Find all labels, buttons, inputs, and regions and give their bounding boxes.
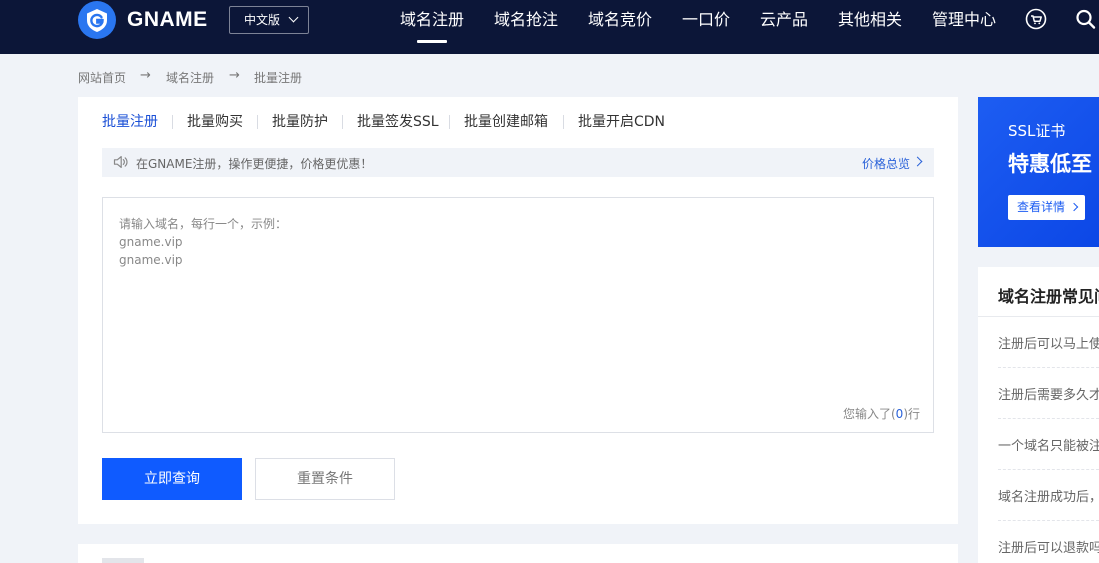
faq-item[interactable]: 一个域名只能被注 [998, 435, 1099, 454]
nav-others[interactable]: 其他相关 [838, 9, 902, 31]
ssl-banner-headline: 特惠低至 [1008, 152, 1092, 176]
faq-panel: 域名注册常见问 注册后可以马上使 注册后需要多久才 一个域名只能被注 域名注册成… [978, 267, 1099, 563]
tab-batch-protect[interactable]: 批量防护 [272, 113, 328, 131]
tab-batch-register[interactable]: 批量注册 [102, 113, 158, 131]
price-overview-link[interactable]: 价格总览 [862, 155, 910, 172]
brand-name[interactable]: GNAME [127, 8, 208, 32]
tab-batch-ssl[interactable]: 批量签发SSL [357, 113, 439, 131]
tab-batch-buy[interactable]: 批量购买 [187, 113, 243, 131]
tab-divider [257, 115, 258, 129]
breadcrumb-separator: → [140, 68, 151, 83]
nav-domain-snapback[interactable]: 域名抢注 [494, 9, 558, 31]
tab-batch-email[interactable]: 批量创建邮箱 [464, 113, 548, 131]
faq-divider [998, 418, 1099, 419]
secondary-panel-clipped-heading [102, 558, 144, 563]
faq-divider [998, 367, 1099, 368]
nav-cloud-products[interactable]: 云产品 [760, 9, 808, 31]
line-counter-prefix: 您输入了( [842, 407, 896, 421]
gname-logo-icon[interactable] [78, 1, 116, 39]
faq-divider [998, 469, 1099, 470]
chevron-right-icon[interactable] [912, 156, 923, 167]
faq-title-divider [978, 316, 1099, 317]
nav-management-center[interactable]: 管理中心 [932, 9, 996, 31]
reset-button[interactable]: 重置条件 [255, 458, 395, 500]
nav-domain-register[interactable]: 域名注册 [400, 9, 464, 31]
cart-icon[interactable] [1025, 8, 1047, 34]
line-counter: 您输入了(0)行 [843, 405, 920, 422]
faq-item[interactable]: 域名注册成功后， [998, 486, 1099, 505]
query-button[interactable]: 立即查询 [102, 458, 242, 500]
line-counter-suffix: )行 [903, 407, 920, 421]
secondary-panel [78, 544, 958, 563]
top-header: GNAME 中文版 域名注册 域名抢注 域名竞价 一口价 云产品 其他相关 管理… [0, 0, 1099, 54]
ssl-promo-banner[interactable]: SSL证书 特惠低至 查看详情 [978, 97, 1099, 247]
breadcrumb-home[interactable]: 网站首页 [78, 69, 126, 86]
search-icon[interactable] [1075, 8, 1097, 34]
notice-text: 在GNAME注册，操作更便捷，价格更优惠！ [136, 157, 373, 171]
tab-divider [342, 115, 343, 129]
faq-item[interactable]: 注册后可以马上使 [998, 333, 1099, 352]
ssl-details-label: 查看详情 [1017, 200, 1066, 214]
nav-fixed-price[interactable]: 一口价 [682, 9, 730, 31]
notice-bar: 在GNAME注册，操作更便捷，价格更优惠！ 价格总览 [102, 148, 934, 177]
tab-batch-cdn[interactable]: 批量开启CDN [578, 113, 665, 131]
ssl-details-button[interactable]: 查看详情 [1008, 195, 1085, 220]
domain-textarea[interactable] [103, 198, 933, 432]
chevron-down-icon [288, 12, 299, 23]
tab-divider [172, 115, 173, 129]
breadcrumb-current: 批量注册 [254, 71, 303, 85]
language-select[interactable]: 中文版 [229, 6, 309, 34]
tab-divider [449, 115, 450, 129]
batch-register-panel: 批量注册 批量购买 批量防护 批量签发SSL 批量创建邮箱 批量开启CDN 在G… [78, 97, 958, 524]
faq-title: 域名注册常见问 [998, 287, 1099, 306]
domain-input-box: 您输入了(0)行 [102, 197, 934, 433]
faq-item[interactable]: 注册后需要多久才 [998, 384, 1099, 403]
nav-domain-auction[interactable]: 域名竞价 [588, 9, 652, 31]
faq-item[interactable]: 注册后可以退款吗 [998, 537, 1099, 556]
nav-active-indicator [417, 40, 447, 43]
ssl-banner-title: SSL证书 [1008, 122, 1066, 140]
speaker-icon [113, 156, 128, 168]
breadcrumb-separator: → [229, 68, 240, 83]
language-label: 中文版 [244, 13, 281, 27]
tab-divider [563, 115, 564, 129]
chevron-right-icon [1069, 202, 1079, 212]
faq-divider [998, 520, 1099, 521]
breadcrumb-domain-register[interactable]: 域名注册 [166, 69, 214, 86]
